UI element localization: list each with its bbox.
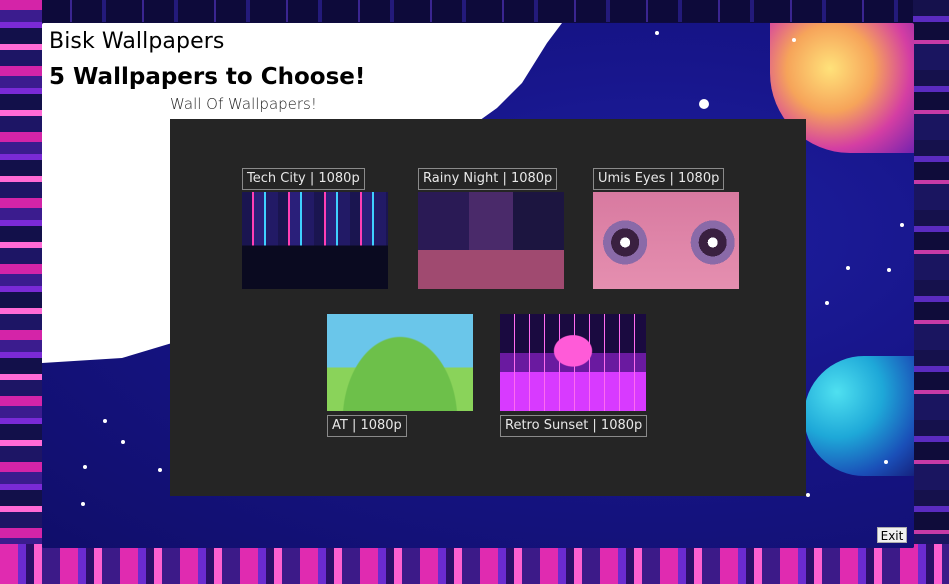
app-title: Bisk Wallpapers (49, 29, 225, 54)
star-icon (83, 465, 87, 469)
star-icon (121, 440, 125, 444)
exit-button[interactable]: Exit (877, 527, 907, 543)
app-subtitle: 5 Wallpapers to Choose! (49, 64, 366, 90)
wallpaper-thumbnail-retro-sunset[interactable] (500, 314, 646, 411)
star-icon (806, 493, 810, 497)
star-icon (792, 38, 796, 42)
planet-graphic-small (804, 356, 914, 476)
wallpaper-thumbnail-rainy-night[interactable] (418, 192, 564, 289)
star-icon (103, 419, 107, 423)
star-icon (887, 268, 891, 272)
wallpaper-thumbnail-at[interactable] (327, 314, 473, 411)
wallpaper-label-retro-sunset[interactable]: Retro Sunset | 1080p (500, 415, 648, 437)
star-icon (81, 502, 85, 506)
star-icon (846, 266, 850, 270)
wallpaper-thumbnail-umis-eyes[interactable] (593, 192, 739, 289)
wallpaper-label-rainy-night[interactable]: Rainy Night | 1080p (418, 168, 558, 190)
star-icon (900, 223, 904, 227)
wallpaper-label-tech-city[interactable]: Tech City | 1080p (242, 168, 365, 190)
gallery-heading: Wall Of Wallpapers! (170, 95, 317, 113)
star-icon (158, 468, 162, 472)
star-icon (699, 99, 709, 109)
app-window: Bisk Wallpapers 5 Wallpapers to Choose! … (42, 23, 914, 548)
star-icon (655, 31, 659, 35)
pixel-city-left (0, 0, 42, 584)
star-icon (825, 301, 829, 305)
wallpaper-label-at[interactable]: AT | 1080p (327, 415, 407, 437)
pixel-skyline-top (0, 0, 949, 22)
pixel-city-right (913, 0, 949, 584)
pixel-city-bottom (0, 544, 949, 584)
star-icon (884, 460, 888, 464)
wallpaper-thumbnail-tech-city[interactable] (242, 192, 388, 289)
wallpaper-gallery: Tech City | 1080p Rainy Night | 1080p Um… (170, 119, 806, 496)
wallpaper-label-umis-eyes[interactable]: Umis Eyes | 1080p (593, 168, 725, 190)
